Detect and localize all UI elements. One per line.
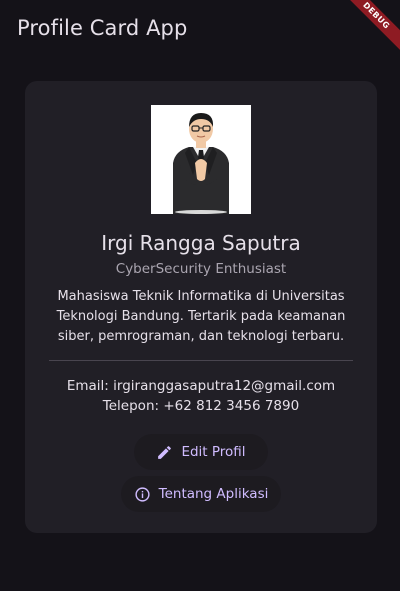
profile-name: Irgi Rangga Saputra: [101, 231, 301, 255]
avatar: [151, 105, 251, 214]
avatar-illustration: [151, 105, 251, 214]
about-app-button[interactable]: Tentang Aplikasi: [121, 476, 281, 512]
pencil-icon: [156, 444, 173, 461]
profile-card: Irgi Rangga Saputra CyberSecurity Enthus…: [25, 81, 377, 533]
app-bar: Profile Card App: [0, 0, 400, 56]
edit-profile-label: Edit Profil: [181, 444, 246, 460]
profile-bio: Mahasiswa Teknik Informatika di Universi…: [56, 289, 346, 344]
info-icon: [134, 486, 151, 503]
profile-phone: Telepon: +62 812 3456 7890: [102, 398, 300, 414]
divider: [49, 360, 353, 361]
edit-profile-button[interactable]: Edit Profil: [134, 434, 268, 470]
profile-email: Email: irgiranggasaputra12@gmail.com: [66, 378, 336, 394]
profile-role: CyberSecurity Enthusiast: [115, 261, 287, 277]
about-app-label: Tentang Aplikasi: [158, 486, 269, 502]
app-title: Profile Card App: [17, 16, 188, 40]
